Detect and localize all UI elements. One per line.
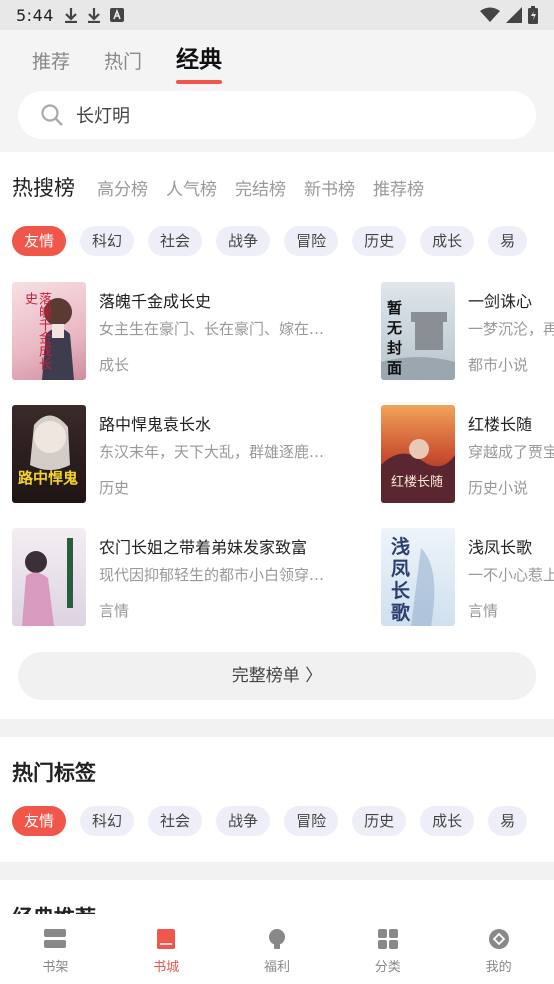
nav-welfare[interactable]: 福利 — [222, 914, 333, 984]
search-input[interactable]: 长灯明 — [76, 102, 130, 128]
wifi-icon — [480, 7, 500, 22]
book-title: 浅凤长歌 — [468, 538, 533, 557]
tag-history[interactable]: 历史 — [352, 806, 407, 836]
top-tabs: 推荐 热门 经典 — [32, 40, 223, 84]
top-nav: 推荐 热门 经典 长灯明 — [0, 30, 554, 152]
book-description: 一梦沉沦，再 — [468, 320, 554, 338]
book-cover: 浅凤长歌 — [381, 528, 455, 626]
rank-tab-completed[interactable]: 完结榜 — [235, 175, 286, 200]
book-card[interactable]: 落魄千金成长史 落魄千金成长史 女主生在豪门、长在豪门、嫁在… 成长 — [12, 282, 352, 380]
cover-art — [22, 538, 73, 626]
chip-partial[interactable]: 易 — [488, 226, 528, 256]
nav-bookshelf[interactable]: 书架 — [0, 914, 111, 984]
chip-war[interactable]: 战争 — [216, 226, 271, 256]
grid-icon — [377, 929, 398, 949]
nav-bookstore[interactable]: 书城 — [111, 914, 222, 984]
book-title: 红楼长随 — [468, 415, 533, 434]
nav-label: 分类 — [374, 960, 401, 975]
rank-tab-popularity[interactable]: 人气榜 — [166, 175, 217, 200]
font-icon — [109, 8, 124, 22]
tab-classic[interactable]: 经典 — [176, 40, 223, 84]
tag-growth[interactable]: 成长 — [420, 806, 475, 836]
book-cover: 落魄千金成长史 — [12, 282, 86, 380]
book-cover: 暂无封面 — [381, 282, 455, 380]
book-icon — [157, 929, 176, 949]
nav-label: 书架 — [42, 960, 69, 975]
tag-scifi[interactable]: 科幻 — [80, 806, 135, 836]
download-icon — [64, 8, 77, 23]
book-genre: 历史 — [99, 479, 130, 497]
book-description: 穿越成了贾宝 — [468, 443, 554, 461]
cover-title: 路中悍鬼 — [18, 469, 79, 487]
chip-friendship[interactable]: 友情 — [12, 226, 67, 256]
book-title: 路中悍鬼袁长水 — [99, 415, 212, 434]
status-time: 5:44 — [16, 5, 54, 25]
bottom-nav: 书架 书城 福利 分类 我的 — [0, 914, 554, 984]
book-genre: 成长 — [99, 356, 130, 374]
tag-war[interactable]: 战争 — [216, 806, 271, 836]
rank-tab-hot-search[interactable]: 热搜榜 — [12, 172, 75, 202]
cover-title: 浅凤长歌 — [391, 536, 411, 624]
book-cover — [12, 528, 86, 626]
book-description: 东汉末年，天下大乱，群雄逐鹿… — [99, 443, 325, 461]
chip-history[interactable]: 历史 — [352, 226, 407, 256]
nav-profile[interactable]: 我的 — [443, 914, 554, 984]
search-icon — [41, 104, 63, 126]
book-title: 一剑诛心 — [468, 292, 533, 311]
rank-tabs: 热搜榜 高分榜 人气榜 完结榜 新书榜 推荐榜 — [12, 172, 424, 202]
book-description: 一不小心惹上 — [468, 566, 554, 584]
download-icon — [87, 8, 100, 23]
category-chips: 友情 科幻 社会 战争 冒险 历史 成长 易 — [12, 226, 528, 256]
rank-tab-new[interactable]: 新书榜 — [304, 175, 355, 200]
bulb-icon — [268, 929, 285, 949]
tab-hot[interactable]: 热门 — [104, 47, 142, 74]
chip-adventure[interactable]: 冒险 — [284, 226, 339, 256]
cover-title: 落魄千金成长史 — [22, 292, 51, 370]
book-genre: 言情 — [99, 602, 130, 620]
rank-tab-recommended[interactable]: 推荐榜 — [373, 175, 424, 200]
battery-icon — [528, 6, 538, 24]
chip-society[interactable]: 社会 — [148, 226, 203, 256]
cover-title: 红楼长随 — [391, 475, 444, 490]
bookshelf-icon — [44, 929, 67, 948]
book-description: 女主生在豪门、长在豪门、嫁在… — [99, 320, 325, 338]
cover-art — [30, 415, 70, 470]
book-genre: 历史小说 — [468, 479, 529, 497]
full-ranking-button[interactable]: 完整榜单 〉 — [18, 652, 536, 700]
book-card[interactable]: 农门长姐之带着弟妹发家致富 现代因抑郁轻生的都市小白领穿… 言情 — [12, 528, 352, 626]
book-cover: 红楼长随 — [381, 405, 455, 503]
section-title: 热门标签 — [12, 761, 96, 785]
hot-tag-chips: 友情 科幻 社会 战争 冒险 历史 成长 易 — [12, 806, 528, 836]
hot-tags-section: 热门标签 友情 科幻 社会 战争 冒险 历史 成长 易 — [0, 737, 554, 862]
tag-adventure[interactable]: 冒险 — [284, 806, 339, 836]
book-title: 落魄千金成长史 — [99, 292, 212, 311]
tag-partial[interactable]: 易 — [488, 806, 528, 836]
chip-scifi[interactable]: 科幻 — [80, 226, 135, 256]
book-card[interactable]: 浅凤长歌 浅凤长歌 一不小心惹上 言情 — [381, 528, 554, 626]
tag-society[interactable]: 社会 — [148, 806, 203, 836]
nav-label: 书城 — [153, 960, 180, 975]
nav-category[interactable]: 分类 — [332, 914, 443, 984]
tag-friendship[interactable]: 友情 — [12, 806, 67, 836]
chip-growth[interactable]: 成长 — [420, 226, 475, 256]
book-genre: 都市小说 — [468, 356, 529, 374]
book-title: 农门长姐之带着弟妹发家致富 — [99, 538, 308, 557]
tab-recommend[interactable]: 推荐 — [32, 47, 70, 74]
signal-icon — [506, 7, 522, 23]
search-bar[interactable]: 长灯明 — [18, 91, 536, 139]
book-genre: 言情 — [468, 602, 499, 620]
book-description: 现代因抑郁轻生的都市小白领穿… — [99, 566, 325, 584]
status-bar: 5:44 — [0, 0, 554, 30]
profile-icon — [488, 929, 509, 949]
ranking-section: 热搜榜 高分榜 人气榜 完结榜 新书榜 推荐榜 友情 科幻 社会 战争 冒险 历… — [0, 152, 554, 719]
nav-label: 福利 — [263, 960, 290, 975]
cover-title: 暂无封面 — [387, 299, 403, 377]
book-card[interactable]: 路中悍鬼 路中悍鬼袁长水 东汉末年，天下大乱，群雄逐鹿… 历史 — [12, 405, 352, 503]
rank-tab-high-score[interactable]: 高分榜 — [97, 175, 148, 200]
book-cover: 路中悍鬼 — [12, 405, 86, 503]
nav-label: 我的 — [485, 960, 512, 975]
book-card[interactable]: 红楼长随 红楼长随 穿越成了贾宝 历史小说 — [381, 405, 554, 503]
book-card[interactable]: 暂无封面 一剑诛心 一梦沉沦，再 都市小说 — [381, 282, 554, 380]
